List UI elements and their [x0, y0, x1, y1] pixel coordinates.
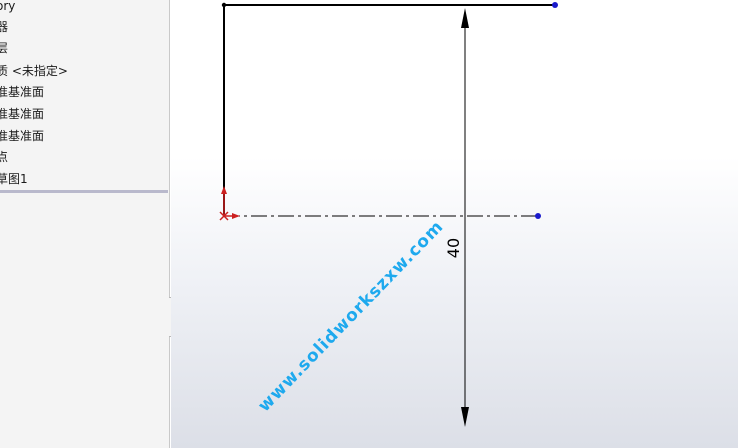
- dimension-value[interactable]: 40: [444, 238, 463, 258]
- tree-item-top-plane[interactable]: 准基准面: [0, 104, 44, 124]
- tree-item-front-plane[interactable]: 准基准面: [0, 82, 44, 102]
- tree-item-annotations[interactable]: 层: [0, 38, 8, 58]
- sketch-point-corner[interactable]: [221, 2, 227, 8]
- solidworks-window: ory 器 层 质 <未指定> 准基准面 准基准面 准基准面 点 草图1: [0, 0, 738, 448]
- tree-item-sketch1[interactable]: 草图1: [0, 169, 28, 189]
- tree-item-material[interactable]: 质 <未指定>: [0, 61, 68, 81]
- graphics-area[interactable]: 40: [171, 0, 738, 448]
- tree-item-label: 准基准面: [0, 85, 45, 99]
- tree-item-sensors[interactable]: 器: [0, 17, 8, 37]
- sketch-endpoint-top-right[interactable]: [552, 2, 558, 8]
- dimension-arrow-top: [461, 8, 469, 28]
- tree-item-label: 层: [0, 41, 8, 55]
- sketch-endpoint-centerline[interactable]: [535, 213, 541, 219]
- tree-item-label: ory: [0, 0, 16, 13]
- tree-item-label: 质 <未指定>: [0, 64, 68, 78]
- tree-item-label: 草图1: [0, 172, 28, 186]
- tree-item-label: 准基准面: [0, 129, 45, 143]
- tree-item-label: 器: [0, 20, 8, 34]
- tree-item-label: 点: [0, 150, 8, 164]
- rollback-bar[interactable]: [0, 190, 168, 193]
- tree-item-right-plane[interactable]: 准基准面: [0, 126, 44, 146]
- tree-item-origin[interactable]: 点: [0, 147, 8, 167]
- tree-item-label: 准基准面: [0, 107, 45, 121]
- sketch-canvas[interactable]: 40: [171, 0, 738, 448]
- tree-item-history[interactable]: ory: [0, 0, 15, 16]
- feature-manager-tree: ory 器 层 质 <未指定> 准基准面 准基准面 准基准面 点 草图1: [0, 0, 170, 448]
- dimension-arrow-bottom: [461, 407, 469, 427]
